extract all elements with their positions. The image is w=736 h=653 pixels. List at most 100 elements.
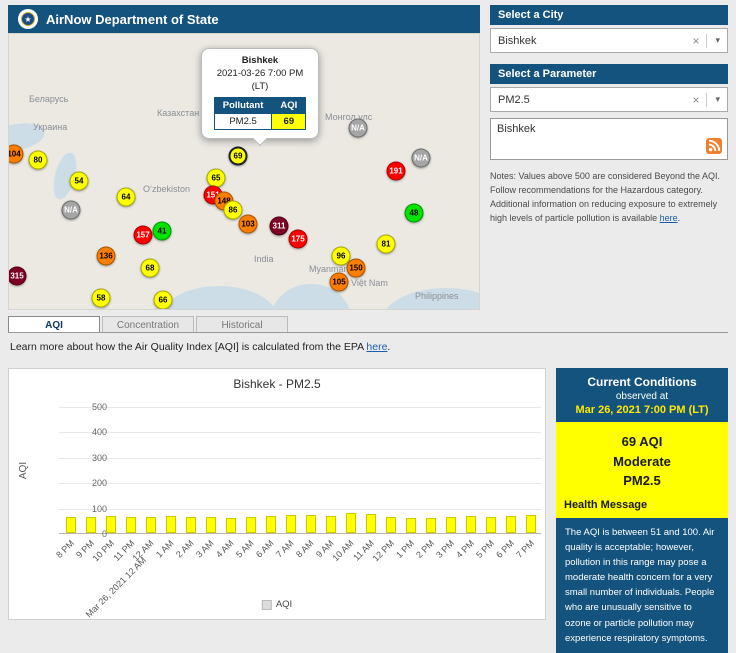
map-aqi-marker[interactable]: 103 (239, 215, 258, 234)
select-parameter-header: Select a Parameter (490, 64, 728, 84)
map-aqi-marker[interactable]: 81 (377, 235, 396, 254)
aqi-bar[interactable] (446, 517, 456, 533)
aqi-bar[interactable] (186, 517, 196, 533)
x-axis-tick-label: 6 AM (254, 538, 276, 560)
app-title: AirNow Department of State (46, 12, 219, 27)
aqi-bar[interactable] (226, 518, 236, 533)
x-axis-tick-label: 7 PM (514, 538, 536, 560)
aqi-bar[interactable] (386, 517, 396, 533)
tab-concentration[interactable]: Concentration (102, 316, 194, 333)
aqi-bar[interactable] (106, 516, 116, 533)
notes-body: Notes: Values above 500 are considered B… (490, 171, 720, 223)
cc-pollutant: PM2.5 (564, 471, 720, 491)
cc-health-header: Health Message (564, 499, 720, 514)
aqi-bar[interactable] (306, 515, 316, 533)
clear-icon[interactable]: × (686, 93, 707, 107)
x-axis-tick-label: 2 PM (414, 538, 436, 560)
map-aqi-marker[interactable]: 191 (387, 162, 406, 181)
aqi-bar[interactable] (466, 516, 476, 533)
map-aqi-marker[interactable]: 311 (270, 217, 289, 236)
popup-tail (253, 132, 267, 146)
aqi-bar[interactable] (146, 517, 156, 533)
city-feed-box[interactable]: Bishkek (490, 118, 728, 160)
aqi-bar[interactable] (206, 517, 216, 533)
aqi-bar[interactable] (66, 517, 76, 533)
notes-here-link[interactable]: here (660, 213, 678, 223)
map-aqi-marker[interactable]: N/A (412, 149, 431, 168)
aqi-bar[interactable] (346, 513, 356, 533)
aqi-bar[interactable] (246, 517, 256, 533)
aqi-bar[interactable] (86, 517, 96, 533)
aqi-bar[interactable] (526, 515, 536, 533)
map-aqi-marker[interactable]: 65 (207, 169, 226, 188)
aqi-bar[interactable] (486, 517, 496, 533)
aqi-bar[interactable] (426, 518, 436, 533)
map-aqi-marker[interactable]: 136 (97, 247, 116, 266)
map-aqi-marker[interactable]: 41 (153, 222, 172, 241)
aqi-bar[interactable] (166, 516, 176, 533)
chevron-down-icon[interactable]: ▾ (707, 35, 720, 46)
map-aqi-marker[interactable]: N/A (349, 119, 368, 138)
aqi-bar[interactable] (506, 516, 516, 533)
map-aqi-marker[interactable]: 69 (229, 147, 248, 166)
y-axis-title: AQI (18, 462, 29, 479)
aqi-bar[interactable] (126, 517, 136, 533)
aqi-bar[interactable] (366, 514, 376, 533)
x-axis-tick-label: 7 AM (274, 538, 296, 560)
gridline (59, 407, 541, 408)
x-axis-tick-label: 3 PM (434, 538, 456, 560)
map-aqi-marker[interactable]: 157 (134, 226, 153, 245)
gridline (59, 458, 541, 459)
map-aqi-marker[interactable]: 64 (117, 188, 136, 207)
x-axis-tick-label: 4 AM (214, 538, 236, 560)
parameter-select[interactable]: PM2.5 × ▾ (490, 87, 728, 112)
map-aqi-marker[interactable]: 68 (141, 259, 160, 278)
map-aqi-marker[interactable]: 104 (8, 145, 24, 164)
chart-plot-area: 0100200300400500 (59, 407, 541, 534)
aqi-bar[interactable] (266, 516, 276, 533)
notes-text: Notes: Values above 500 are considered B… (490, 170, 728, 226)
map-aqi-marker[interactable]: 175 (289, 230, 308, 249)
cc-health-message: The AQI is between 51 and 100. Air quali… (556, 518, 728, 653)
x-axis-tick-label: 8 AM (294, 538, 316, 560)
aqi-map[interactable]: БеларусьУкраинаКазахстанМонгол улсOʻzbek… (8, 33, 480, 310)
x-axis-tick-label: 12 PM (371, 538, 396, 563)
x-axis-tick-label: 1 PM (394, 538, 416, 560)
map-aqi-marker[interactable]: 48 (405, 204, 424, 223)
map-aqi-marker[interactable]: 54 (70, 172, 89, 191)
map-aqi-marker[interactable]: 150 (347, 259, 366, 278)
tab-historical[interactable]: Historical (196, 316, 288, 333)
map-aqi-marker[interactable]: 105 (330, 273, 349, 292)
popup-col-aqi: AQI (272, 98, 306, 114)
city-select-value: Bishkek (498, 35, 537, 47)
popup-city: Bishkek (206, 55, 314, 68)
x-axis-tick-label: 5 PM (474, 538, 496, 560)
aqi-bar[interactable] (286, 515, 296, 533)
gridline (59, 509, 541, 510)
x-axis-tick-label: 10 AM (331, 538, 356, 563)
clear-icon[interactable]: × (686, 34, 707, 48)
chart-legend[interactable]: AQI (262, 599, 292, 610)
map-popup: Bishkek 2021-03-26 7:00 PM (LT) Pollutan… (201, 48, 319, 139)
x-axis-tick-label: 5 AM (234, 538, 256, 560)
map-aqi-marker[interactable]: 66 (154, 291, 173, 310)
learn-more-here-link[interactable]: here (366, 341, 387, 353)
aqi-bar[interactable] (326, 516, 336, 533)
tab-aqi[interactable]: AQI (8, 316, 100, 333)
x-axis-tick-label: 10 PM (91, 538, 116, 563)
map-aqi-marker[interactable]: N/A (62, 201, 81, 220)
city-select[interactable]: Bishkek × ▾ (490, 28, 728, 53)
rss-icon[interactable] (706, 138, 722, 154)
current-conditions-header: Current Conditions observed at Mar 26, 2… (556, 368, 728, 422)
map-aqi-marker[interactable]: 58 (92, 289, 111, 308)
dos-seal-inner: ★ (21, 12, 35, 26)
map-aqi-marker[interactable]: 86 (224, 201, 243, 220)
gridline (59, 432, 541, 433)
chevron-down-icon[interactable]: ▾ (707, 94, 720, 105)
map-aqi-marker[interactable]: 315 (8, 267, 27, 286)
x-axis-date-label: Mar 26, 2021 12 AM (84, 555, 148, 619)
x-axis-tick-label: 4 PM (454, 538, 476, 560)
map-aqi-marker[interactable]: 80 (29, 151, 48, 170)
popup-datetime: 2021-03-26 7:00 PM (206, 68, 314, 81)
aqi-bar[interactable] (406, 518, 416, 533)
